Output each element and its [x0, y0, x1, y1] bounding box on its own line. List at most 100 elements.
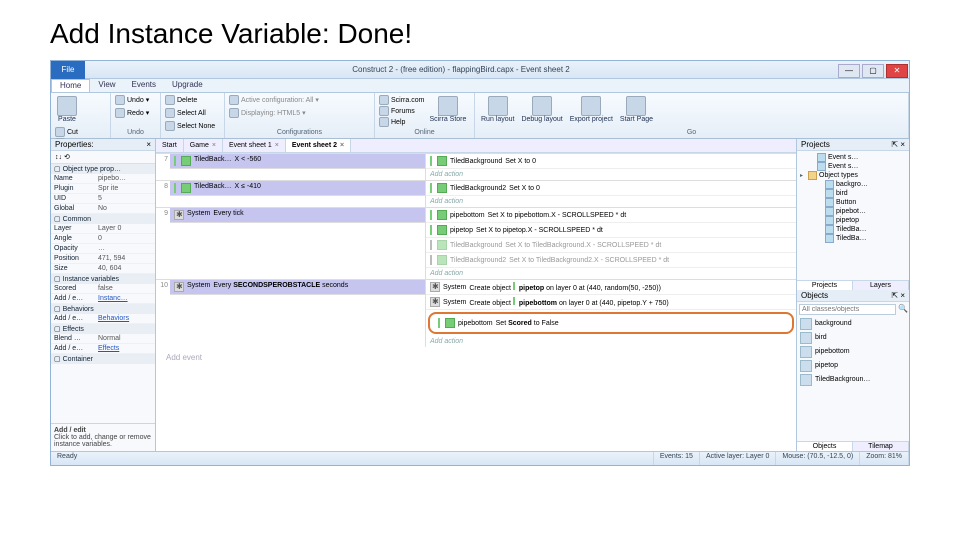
section-effects[interactable]: Effects [51, 324, 155, 334]
panel-tab-objects[interactable]: Objects [797, 442, 853, 451]
section-behaviors[interactable]: Behaviors [51, 304, 155, 314]
object-item[interactable]: background [797, 317, 909, 331]
add-action[interactable]: Add action [426, 169, 796, 180]
add-edit-instance-vars-link[interactable]: Instanc… [98, 295, 152, 302]
tree-item[interactable]: backgro… [799, 180, 907, 189]
scirra-store-button[interactable]: Scirra Store [427, 95, 468, 124]
select-all-button[interactable]: Select All [165, 108, 206, 118]
object-item[interactable]: pipebottom [797, 345, 909, 359]
event-7[interactable]: 7 TiledBack…X < -560 TiledBackground Set… [156, 153, 796, 180]
undo-button[interactable]: Undo ▾ [115, 95, 149, 105]
add-action[interactable]: Add action [426, 336, 796, 347]
tree-item[interactable]: TiledBa… [799, 234, 907, 243]
delete-button[interactable]: Delete [165, 95, 197, 105]
add-action[interactable]: Add action [426, 268, 796, 279]
properties-toolbar[interactable]: ↕↓ ⟲ [51, 151, 155, 164]
object-item[interactable]: TiledBackgroun… [797, 373, 909, 387]
tiledbg-icon [437, 183, 447, 193]
run-button[interactable]: Run layout [479, 95, 516, 124]
section-object-type[interactable]: Object type prop… [51, 164, 155, 174]
close-icon[interactable]: × [340, 142, 344, 149]
tree-item[interactable]: pipetop [799, 216, 907, 225]
panel-tab-projects[interactable]: Projects [797, 281, 853, 290]
window-title: Construct 2 - (free edition) - flappingB… [85, 65, 837, 74]
display-config[interactable]: Displaying: HTML5 ▾ [229, 108, 306, 118]
panel-pin[interactable]: × [146, 140, 151, 149]
paste-button[interactable]: Paste [55, 95, 79, 124]
section-container[interactable]: Container [51, 354, 155, 364]
bug-icon [532, 96, 552, 116]
add-event[interactable]: Add event [156, 347, 796, 368]
system-icon [174, 282, 184, 292]
play-icon [488, 96, 508, 116]
add-action[interactable]: Add action [426, 196, 796, 207]
search-icon[interactable]: 🔍 [898, 304, 908, 315]
scirra-link[interactable]: Scirra.com [379, 95, 424, 105]
button-icon [825, 198, 834, 207]
pipebottom-icon [445, 318, 455, 328]
object-item[interactable]: bird [797, 331, 909, 345]
panel-pin[interactable]: ⇱ × [891, 140, 905, 149]
tree-item[interactable]: Event s… [799, 162, 907, 171]
section-instance-vars[interactable]: Instance variables [51, 274, 155, 284]
sprite-icon [825, 207, 834, 216]
tree-item[interactable]: Button [799, 198, 907, 207]
tree-item[interactable]: TiledBa… [799, 225, 907, 234]
doc-tab-start[interactable]: Start [156, 139, 184, 152]
doc-tab-sheet2[interactable]: Event sheet 2× [286, 139, 351, 152]
file-menu[interactable]: File [51, 61, 85, 79]
tiledbg-icon [825, 225, 834, 234]
properties-panel: Properties:× ↕↓ ⟲ Object type prop… Name… [51, 139, 156, 451]
status-events: Events: 15 [654, 452, 700, 465]
sprite-icon [800, 346, 812, 358]
export-button[interactable]: Export project [568, 95, 615, 124]
ribbon: Paste Cut Copy Clipboard Undo ▾ Redo ▾ U… [51, 93, 909, 139]
tree-item[interactable]: pipebot… [799, 207, 907, 216]
close-icon[interactable]: × [275, 142, 279, 149]
sprite-icon [825, 180, 834, 189]
tree-item[interactable]: Event s… [799, 153, 907, 162]
object-item[interactable]: pipetop [797, 359, 909, 373]
panel-tab-tilemap[interactable]: Tilemap [853, 442, 909, 451]
event-10[interactable]: 10 SystemEvery SECONDSPEROBSTACLE second… [156, 279, 796, 347]
sprite-icon [825, 189, 834, 198]
cut-button[interactable]: Cut [55, 127, 83, 137]
redo-button[interactable]: Redo ▾ [115, 108, 149, 118]
tab-home[interactable]: Home [51, 79, 90, 92]
system-icon [430, 297, 440, 307]
system-icon [174, 210, 184, 220]
add-edit-behaviors-link[interactable]: Behaviors [98, 315, 152, 322]
minimize-button[interactable]: — [838, 64, 860, 78]
event-8[interactable]: 8 TiledBack…X ≤ -410 TiledBackground2 Se… [156, 180, 796, 207]
tree-item[interactable]: bird [799, 189, 907, 198]
sheet-icon [817, 162, 826, 171]
panel-pin[interactable]: ⇱ × [891, 291, 905, 300]
pipebottom-icon [437, 210, 447, 220]
tree-folder-object-types[interactable]: Object types [799, 171, 907, 180]
export-icon [581, 96, 601, 116]
start-page-button[interactable]: Start Page [618, 95, 655, 124]
forums-icon [379, 106, 389, 116]
help-link[interactable]: Help [379, 117, 424, 127]
add-edit-effects-link[interactable]: Effects [98, 345, 152, 352]
maximize-button[interactable]: ▢ [862, 64, 884, 78]
section-common[interactable]: Common [51, 214, 155, 224]
object-filter-input[interactable] [799, 304, 896, 315]
doc-tab-sheet1[interactable]: Event sheet 1× [223, 139, 286, 152]
close-button[interactable]: ✕ [886, 64, 908, 78]
doc-tab-game[interactable]: Game× [184, 139, 223, 152]
tab-upgrade[interactable]: Upgrade [164, 79, 211, 92]
select-none-button[interactable]: Select None [165, 121, 215, 131]
forums-link[interactable]: Forums [379, 106, 424, 116]
panel-tab-layers[interactable]: Layers [853, 281, 909, 290]
sheet-icon [817, 153, 826, 162]
event-9[interactable]: 9 SystemEvery tick pipebottom Set X to p… [156, 207, 796, 279]
debug-button[interactable]: Debug layout [519, 95, 564, 124]
tab-events[interactable]: Events [124, 79, 164, 92]
system-icon [430, 282, 440, 292]
tab-view[interactable]: View [90, 79, 123, 92]
event-sheet: Start Game× Event sheet 1× Event sheet 2… [156, 139, 797, 451]
active-config[interactable]: Active configuration: All ▾ [229, 95, 319, 105]
undo-icon [115, 95, 125, 105]
close-icon[interactable]: × [212, 142, 216, 149]
